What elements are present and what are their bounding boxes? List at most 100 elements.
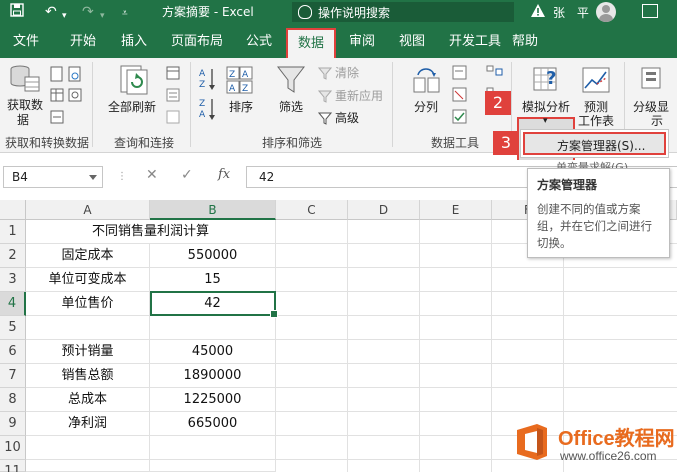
cell-a4[interactable]: 单位售价 [26,292,150,316]
from-table-icon[interactable] [50,88,64,105]
tab-insert[interactable]: 插入 [121,33,147,50]
forecast-label-2[interactable]: 工作表 [578,114,614,128]
column-header-d[interactable]: D [348,200,420,220]
tab-formulas[interactable]: 公式 [246,33,272,50]
text-to-columns-icon[interactable] [412,64,442,99]
cell-b10[interactable] [150,436,276,460]
select-all-button[interactable] [0,200,26,220]
what-if-icon[interactable]: ? [533,64,561,97]
advanced-label[interactable]: 高级 [335,111,359,125]
tab-file[interactable]: 文件 [13,33,39,50]
tell-me-search[interactable]: 操作说明搜索 [292,2,514,22]
row-header-3[interactable]: 3 [0,268,26,292]
row-header-5[interactable]: 5 [0,316,26,340]
avatar[interactable] [596,2,616,22]
what-if-dropdown-icon[interactable]: ▾ [543,114,548,128]
cell-b5[interactable] [150,316,276,340]
row-header-11[interactable]: 11 [0,460,26,472]
from-text-icon[interactable] [50,66,64,85]
row-header-8[interactable]: 8 [0,388,26,412]
cell-b11[interactable] [150,460,276,472]
tab-home[interactable]: 开始 [70,33,96,50]
filter-icon[interactable] [276,64,306,99]
cell-a1-title[interactable]: 不同销售量利润计算 [26,220,276,244]
existing-connections-icon[interactable] [50,110,64,127]
warning-icon[interactable] [530,3,546,21]
cell-b6[interactable]: 45000 [150,340,276,364]
forecast-label-1[interactable]: 预测 [584,100,608,114]
cell-a7[interactable]: 销售总额 [26,364,150,388]
forecast-sheet-icon[interactable] [582,66,610,97]
menu-item-scenario-manager[interactable]: 方案管理器(S)... [523,132,666,155]
sort-dialog-icon[interactable]: ZAAZ [226,66,254,99]
recent-sources-icon[interactable] [68,88,82,105]
column-header-e[interactable]: E [420,200,492,220]
tab-view[interactable]: 视图 [399,33,425,50]
row-header-9[interactable]: 9 [0,412,26,436]
consolidate-icon[interactable] [486,65,504,82]
cell-b8[interactable]: 1225000 [150,388,276,412]
undo-dropdown-icon[interactable]: ▾ [62,7,67,25]
user-name[interactable]: 张 平 [553,4,593,21]
name-box[interactable]: B4 [3,166,103,188]
chevron-down-icon[interactable] [89,175,97,180]
cell-b3[interactable]: 15 [150,268,276,292]
refresh-all-label[interactable]: 全部刷新 [108,100,156,114]
row-header-7[interactable]: 7 [0,364,26,388]
refresh-all-icon[interactable] [119,64,149,99]
outline-icon[interactable] [640,66,662,93]
outline-label-1[interactable]: 分级显 [633,100,669,114]
row-header-2[interactable]: 2 [0,244,26,268]
filter-label[interactable]: 筛选 [279,100,303,114]
column-header-c[interactable]: C [276,200,348,220]
ribbon-display-options-icon[interactable] [642,4,658,18]
cell-b7[interactable]: 1890000 [150,364,276,388]
cell-b2[interactable]: 550000 [150,244,276,268]
redo-icon[interactable]: ↷ [82,3,94,21]
tab-help[interactable]: 帮助 [512,33,538,50]
insert-function-icon[interactable]: fx [218,167,230,182]
cancel-icon[interactable]: ✕ [146,167,158,183]
cell-b9[interactable]: 665000 [150,412,276,436]
data-validation-icon[interactable] [452,109,468,128]
cell-a6[interactable]: 预计销量 [26,340,150,364]
cell-a5[interactable] [26,316,150,340]
column-header-b[interactable]: B [150,200,276,220]
sort-label[interactable]: 排序 [229,100,253,114]
tab-review[interactable]: 审阅 [349,33,375,50]
customize-qat-icon[interactable]: ⩡ [122,5,128,23]
get-data-icon[interactable] [8,63,42,98]
cell-a10[interactable] [26,436,150,460]
undo-icon[interactable]: ↶ [45,3,57,21]
cell-a9[interactable]: 净利润 [26,412,150,436]
text-to-columns-label[interactable]: 分列 [414,100,438,114]
row-header-6[interactable]: 6 [0,340,26,364]
redo-dropdown-icon[interactable]: ▾ [100,7,105,25]
column-header-a[interactable]: A [26,200,150,220]
row-header-1[interactable]: 1 [0,220,26,244]
sort-ascending-icon[interactable]: AZ [198,66,218,97]
edit-links-icon[interactable] [166,110,180,127]
sort-descending-icon[interactable]: ZA [198,96,218,127]
cell-a8[interactable]: 总成本 [26,388,150,412]
cell-a11[interactable] [26,460,150,472]
queries-connections-icon[interactable] [166,66,180,83]
row-header-4[interactable]: 4 [0,292,26,316]
from-web-icon[interactable] [68,66,82,85]
tab-page-layout[interactable]: 页面布局 [171,33,223,50]
outline-label-2[interactable]: 示 [651,114,663,128]
tab-developer[interactable]: 开发工具 [449,33,501,50]
row-header-10[interactable]: 10 [0,436,26,460]
remove-duplicates-icon[interactable] [452,87,468,106]
properties-icon[interactable] [166,88,180,105]
cell-a3[interactable]: 单位可变成本 [26,268,150,292]
what-if-label[interactable]: 模拟分析 [522,100,570,114]
get-data-label-2[interactable]: 据 [17,113,29,127]
flash-fill-icon[interactable] [452,65,468,84]
enter-icon[interactable]: ✓ [181,167,193,183]
get-data-label-1[interactable]: 获取数 [7,98,43,112]
save-icon[interactable] [10,3,24,22]
active-cell-selection[interactable] [150,291,278,318]
advanced-filter-icon[interactable] [317,111,333,128]
tab-data[interactable]: 数据 [286,28,337,58]
